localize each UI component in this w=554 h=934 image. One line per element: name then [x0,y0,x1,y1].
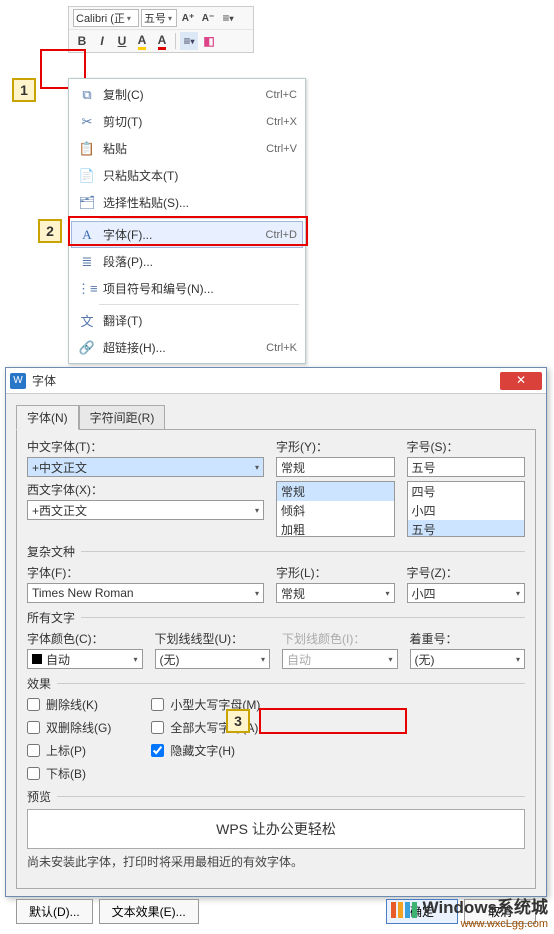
underline-style-combo[interactable]: (无)▾ [155,649,271,669]
ul-label: 下划线线型(U)： [155,630,271,647]
step-marker-2: 2 [38,219,62,243]
italic-button[interactable]: I [93,32,111,50]
size-label: 字号(S)： [407,438,526,455]
watermark-title: Windows系统城 [423,898,548,917]
cn-font-label: 中文字体(T)： [27,438,264,455]
tab-panel-font: 中文字体(T)： +中文正文▾ 字形(Y)： 常规 字号(S)： 五号 西文字体… [16,429,536,889]
menu-separator [99,304,299,305]
chk-hidden[interactable]: 隐藏文字(H) [151,742,260,759]
chk-sub[interactable]: 下标(B) [27,765,111,782]
context-menu: ⧉ 复制(C) Ctrl+C ✂ 剪切(T) Ctrl+X 📋 粘贴 Ctrl+… [68,78,306,364]
paste-special-icon: 🗂 [77,195,97,211]
font-dialog: W 字体 ✕ 字体(N) 字符间距(R) 中文字体(T)： +中文正文▾ 字形(… [5,367,547,897]
preview-box: WPS 让办公更轻松 [27,809,525,849]
emphasis-label: 着重号： [410,630,526,647]
preview-label: 预览 [27,788,51,805]
bullets-icon: ⋮≡ [77,281,97,297]
link-icon: 🔗 [77,340,97,356]
west-font-label: 西文字体(X)： [27,481,264,498]
font-hint: 尚未安装此字体，打印时将采用最相近的有效字体。 [27,853,525,870]
highlight-button[interactable]: A [133,32,151,50]
cn-font-combo[interactable]: +中文正文▾ [27,457,264,477]
underline-color-combo: 自动▾ [282,649,398,669]
tab-font[interactable]: 字体(N) [16,405,79,430]
dialog-title: 字体 [32,372,56,389]
text-effect-button[interactable]: 文本效果(E)... [99,899,199,924]
watermark: Windows系统城 www.wxcLgg.com [391,893,548,930]
font-icon: A [77,227,97,243]
copy-icon: ⧉ [77,87,97,103]
cx-font-combo[interactable]: Times New Roman▾ [27,583,264,603]
menu-bullets[interactable]: ⋮≡ 项目符号和编号(N)... [71,275,303,302]
style-input[interactable]: 常规 [276,457,395,477]
eraser-icon[interactable]: ◧ [200,32,218,50]
font-color-combo[interactable]: 自动▾ [27,649,143,669]
effects-label: 效果 [27,675,51,692]
line-spacing-icon[interactable]: ≡▾ [219,9,237,27]
paragraph-icon: ≣ [77,254,97,270]
style-label: 字形(Y)： [276,438,395,455]
font-name-combo[interactable]: Calibri (正▾ [73,9,139,27]
style-listbox[interactable]: 常规 倾斜 加粗 [276,481,395,537]
increase-font-icon[interactable]: A⁺ [179,9,197,27]
formatting-toolbar: Calibri (正▾ 五号▾ A⁺ A⁻ ≡▾ B I U A A ≡▾ ◧ [68,6,254,53]
menu-font[interactable]: A 字体(F)... Ctrl+D [71,221,303,248]
watermark-url: www.wxcLgg.com [391,918,548,930]
menu-copy[interactable]: ⧉ 复制(C) Ctrl+C [71,81,303,108]
menu-cut[interactable]: ✂ 剪切(T) Ctrl+X [71,108,303,135]
size-input[interactable]: 五号 [407,457,526,477]
scissors-icon: ✂ [77,114,97,130]
cx-size-label: 字号(Z)： [407,564,526,581]
menu-translate[interactable]: 文 翻译(T) [71,307,303,334]
cx-style-label: 字形(L)： [276,564,395,581]
chk-super[interactable]: 上标(P) [27,742,111,759]
menu-paragraph[interactable]: ≣ 段落(P)... [71,248,303,275]
align-button[interactable]: ≡▾ [180,32,198,50]
toolbar-row-1: Calibri (正▾ 五号▾ A⁺ A⁻ ≡▾ [69,7,253,30]
cx-size-combo[interactable]: 小四▾ [407,583,526,603]
font-color-button[interactable]: A [153,32,171,50]
cx-style-combo[interactable]: 常规▾ [276,583,395,603]
menu-paste[interactable]: 📋 粘贴 Ctrl+V [71,135,303,162]
emphasis-combo[interactable]: (无)▾ [410,649,526,669]
dialog-tabs: 字体(N) 字符间距(R) [16,404,536,429]
default-button[interactable]: 默认(D)... [16,899,93,924]
color-label: 字体颜色(C)： [27,630,143,647]
tab-spacing[interactable]: 字符间距(R) [79,405,166,430]
size-listbox[interactable]: 四号 小四 五号 [407,481,526,537]
watermark-bars-icon [391,902,417,918]
translate-icon: 文 [77,311,97,330]
step-marker-1: 1 [12,78,36,102]
clipboard-icon: 📋 [77,141,97,157]
step-marker-3: 3 [226,709,250,733]
chk-dstrike[interactable]: 双删除线(G) [27,719,111,736]
all-text-label: 所有文字 [27,609,75,626]
west-font-combo[interactable]: +西文正文▾ [27,500,264,520]
underline-button[interactable]: U [113,32,131,50]
menu-hyperlink[interactable]: 🔗 超链接(H)... Ctrl+K [71,334,303,361]
dialog-titlebar: W 字体 ✕ [6,368,546,394]
bold-button[interactable]: B [73,32,91,50]
chk-strike[interactable]: 删除线(K) [27,696,111,713]
font-size-combo[interactable]: 五号▾ [141,9,177,27]
decrease-font-icon[interactable]: A⁻ [199,9,217,27]
ul-color-label: 下划线颜色(I)： [282,630,398,647]
complex-group-label: 复杂文种 [27,543,75,560]
cx-font-label: 字体(F)： [27,564,264,581]
menu-paste-special[interactable]: 🗂 选择性粘贴(S)... [71,189,303,216]
menu-paste-text[interactable]: 📄 只粘贴文本(T) [71,162,303,189]
toolbar-row-2: B I U A A ≡▾ ◧ [69,30,253,52]
paste-text-icon: 📄 [77,168,97,184]
close-button[interactable]: ✕ [500,372,542,390]
menu-separator [99,218,299,219]
app-icon: W [10,373,26,389]
